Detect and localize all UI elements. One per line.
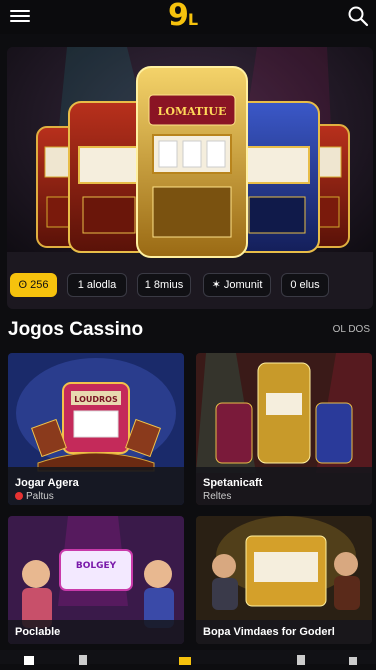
card-3-title: Poclable bbox=[15, 626, 61, 638]
game-card-3-image: BOLGEY bbox=[8, 516, 184, 644]
section-title: Jogos Cassino bbox=[8, 319, 144, 340]
card-2-title: Spetanicaft bbox=[203, 477, 263, 489]
slot-machines-illustration: LOMATIUE bbox=[7, 47, 373, 309]
card-1-subtitle: Paltus bbox=[15, 491, 54, 502]
center-bonus-icon[interactable] bbox=[178, 652, 192, 665]
logo-main: 9 bbox=[168, 0, 189, 33]
chip-3[interactable]: ✶ Jomunit bbox=[203, 273, 271, 297]
card-sign-text: LOUDROS bbox=[74, 395, 118, 404]
logo-small: L bbox=[187, 10, 198, 29]
card-4-title: Bopa Vimdaes for Goderl bbox=[203, 626, 335, 638]
game-card-1[interactable]: LOUDROS Jogar Agera Paltus bbox=[8, 353, 184, 505]
top-header: 9L bbox=[0, 0, 376, 34]
card-3-sign-text: BOLGEY bbox=[76, 561, 117, 571]
card-1-title: Jogar Agera bbox=[15, 477, 79, 489]
see-all-link[interactable]: OL DOS bbox=[333, 324, 370, 335]
brand-logo[interactable]: 9L bbox=[168, 0, 198, 33]
live-dot-icon bbox=[15, 492, 23, 500]
chip-4[interactable]: 0 elus bbox=[281, 273, 329, 297]
chip-2[interactable]: 1 8mius bbox=[137, 273, 191, 297]
wallet-icon[interactable] bbox=[294, 652, 308, 665]
game-card-3[interactable]: BOLGEY Poclable bbox=[8, 516, 184, 644]
game-card-4-image bbox=[196, 516, 372, 644]
bottom-nav bbox=[0, 650, 376, 665]
game-card-4[interactable]: Bopa Vimdaes for Goderl bbox=[196, 516, 372, 644]
category-chips: ʘ 256 1 alodla 1 8mius ✶ Jomunit 0 elus bbox=[7, 273, 373, 299]
search-icon[interactable] bbox=[346, 4, 370, 28]
hamburger-menu-icon[interactable] bbox=[10, 7, 30, 25]
chip-1[interactable]: 1 alodla bbox=[67, 273, 127, 297]
hero-banner[interactable]: LOMATIUE ʘ 256 1 alodla 1 8mius ✶ Jomuni… bbox=[7, 47, 373, 309]
marquee-text: LOMATIUE bbox=[158, 105, 227, 118]
home-icon[interactable] bbox=[22, 652, 36, 665]
games-icon[interactable] bbox=[76, 652, 90, 665]
chip-0[interactable]: ʘ 256 bbox=[10, 273, 57, 297]
profile-icon[interactable] bbox=[346, 652, 360, 665]
game-card-2[interactable]: Spetanicaft Reltes bbox=[196, 353, 372, 505]
card-2-subtitle: Reltes bbox=[203, 491, 232, 502]
